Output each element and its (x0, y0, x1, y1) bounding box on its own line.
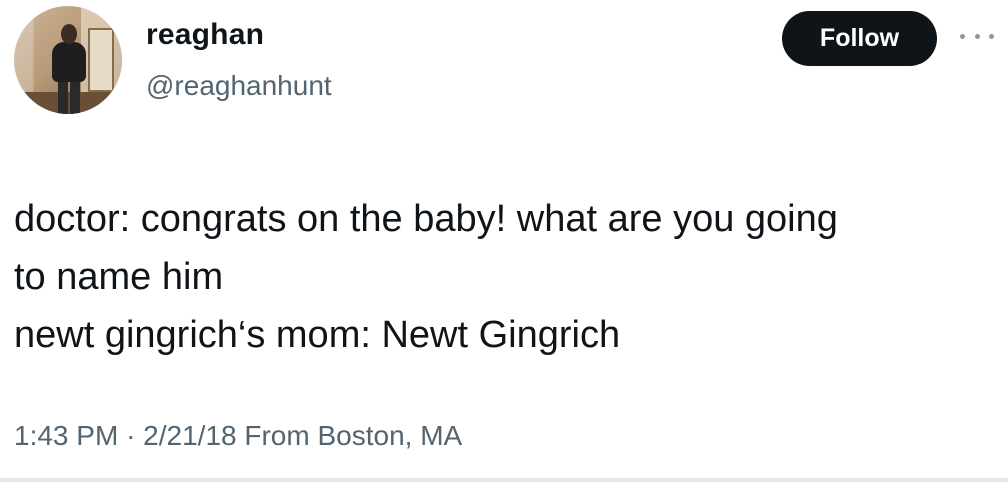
tweet-text: doctor: congrats on the baby! what are y… (14, 190, 989, 364)
more-dot (960, 33, 965, 39)
more-dot (989, 33, 994, 39)
author-display-name[interactable]: reaghan (146, 18, 264, 52)
tweet-line: newt gingrich‘s mom: Newt Gingrich (14, 314, 621, 356)
tweet-line: doctor: congrats on the baby! what are y… (14, 198, 838, 240)
divider (0, 478, 1008, 482)
avatar[interactable] (14, 6, 122, 114)
follow-button[interactable]: Follow (782, 11, 937, 66)
tweet-card: reaghan @reaghanhunt Follow doctor: cong… (0, 0, 1008, 482)
avatar-person-head (61, 24, 77, 44)
tweet-location: From Boston, MA (244, 420, 463, 451)
avatar-person-body (52, 42, 86, 82)
tweet-time[interactable]: 1:43 PM (14, 420, 118, 451)
author-handle[interactable]: @reaghanhunt (146, 70, 332, 102)
meta-separator: · (126, 420, 136, 451)
more-horizontal-icon[interactable] (960, 26, 994, 46)
tweet-line: to name him (14, 256, 224, 298)
avatar-door (88, 28, 114, 92)
tweet-meta: 1:43 PM · 2/21/18 From Boston, MA (14, 420, 462, 452)
tweet-date[interactable]: 2/21/18 (143, 420, 236, 451)
more-dot (974, 33, 980, 39)
avatar-person-legs (58, 80, 80, 114)
